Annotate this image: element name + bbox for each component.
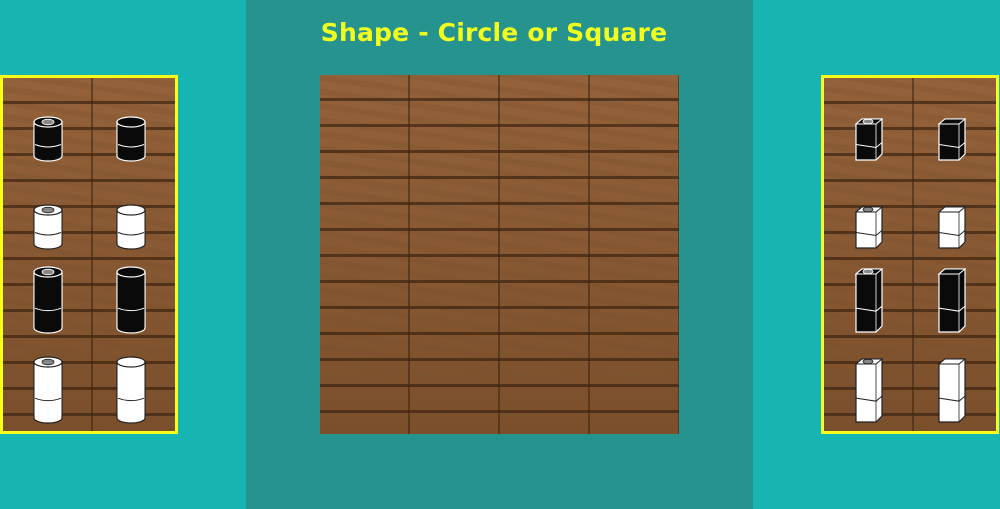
left-piece-tray xyxy=(0,75,178,434)
game-board[interactable] xyxy=(320,75,679,434)
piece-black-tall-round-solid[interactable] xyxy=(116,266,146,334)
piece-white-short-square-hollow[interactable] xyxy=(854,204,884,250)
piece-black-short-round-solid[interactable] xyxy=(116,116,146,162)
piece-white-short-round-hollow[interactable] xyxy=(33,204,63,250)
piece-white-short-round-solid[interactable] xyxy=(116,204,146,250)
right-piece-tray xyxy=(821,75,999,434)
piece-white-tall-square-hollow[interactable] xyxy=(854,356,884,424)
piece-white-short-square-solid[interactable] xyxy=(937,204,967,250)
piece-white-tall-square-solid[interactable] xyxy=(937,356,967,424)
piece-white-tall-round-hollow[interactable] xyxy=(33,356,63,424)
piece-white-tall-round-solid[interactable] xyxy=(116,356,146,424)
game-title: Shape - Circle or Square xyxy=(320,18,668,47)
piece-black-short-square-hollow[interactable] xyxy=(854,116,884,162)
piece-black-tall-square-solid[interactable] xyxy=(937,266,967,334)
piece-black-short-square-solid[interactable] xyxy=(937,116,967,162)
piece-black-tall-square-hollow[interactable] xyxy=(854,266,884,334)
piece-black-short-round-hollow[interactable] xyxy=(33,116,63,162)
piece-black-tall-round-hollow[interactable] xyxy=(33,266,63,334)
